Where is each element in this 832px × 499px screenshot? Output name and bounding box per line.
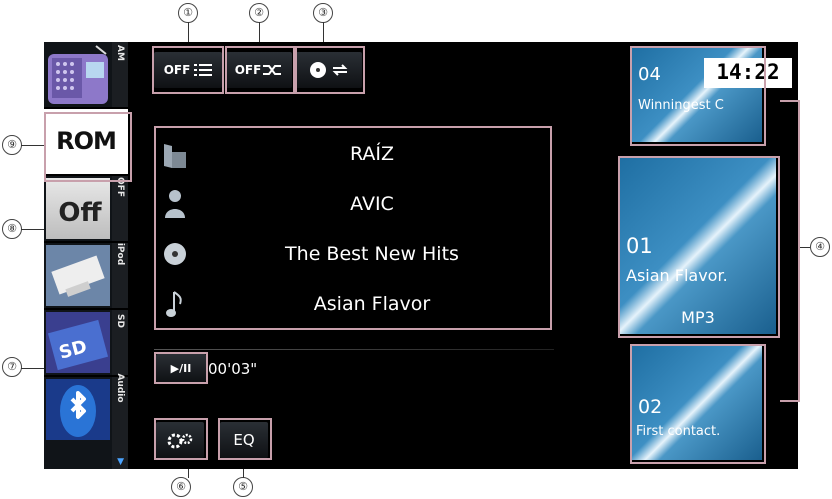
callout-7: ⑦ — [2, 357, 22, 377]
source-off[interactable]: Off OFF — [44, 176, 128, 243]
callout-5: ⑤ — [233, 477, 253, 497]
progress-bar[interactable] — [154, 349, 554, 350]
bluetooth-icon — [46, 379, 110, 440]
source-label: SD — [115, 314, 125, 328]
callout-box-8 — [154, 126, 552, 330]
callout-4: ④ — [810, 237, 830, 257]
source-am[interactable]: AM — [44, 42, 128, 109]
callout-box-1 — [152, 46, 224, 94]
callout-8: ⑧ — [2, 219, 22, 239]
source-bluetooth-audio[interactable]: Audio ▼ — [44, 373, 128, 469]
callout-1: ① — [178, 3, 198, 23]
head-unit-screen: AM ROM Off OFF iPod SD SD Audio ▼ OFF OF… — [44, 42, 798, 469]
source-sd[interactable]: SD SD — [44, 310, 128, 377]
callout-9: ⑨ — [2, 135, 22, 155]
callout-4-bracket — [780, 100, 800, 402]
callout-box-5 — [218, 418, 272, 460]
callout-box-4a — [630, 46, 766, 146]
callout-box-4c — [630, 344, 766, 464]
callout-box-3 — [295, 46, 365, 94]
callout-box-9 — [44, 112, 132, 182]
callout-2: ② — [249, 3, 269, 23]
leader-line — [21, 229, 44, 230]
callout-3: ③ — [313, 3, 333, 23]
callout-box-6 — [154, 418, 208, 460]
radio-icon — [48, 45, 108, 104]
source-label: Audio — [115, 373, 125, 403]
callout-box-7 — [154, 352, 208, 384]
scroll-down-icon[interactable]: ▼ — [117, 457, 124, 467]
callout-6: ⑥ — [171, 477, 191, 497]
callout-box-4b — [618, 156, 780, 338]
callout-box-2 — [225, 46, 295, 94]
sd-card-icon: SD — [46, 312, 110, 373]
ipod-connector-icon — [46, 245, 110, 306]
leader-line — [21, 145, 44, 146]
source-label: AM — [115, 45, 125, 61]
leader-line — [800, 247, 810, 248]
off-art-text: Off — [58, 198, 102, 228]
source-label: iPod — [115, 242, 125, 266]
source-ipod[interactable]: iPod — [44, 243, 128, 310]
elapsed-time: 00'03" — [208, 360, 258, 378]
